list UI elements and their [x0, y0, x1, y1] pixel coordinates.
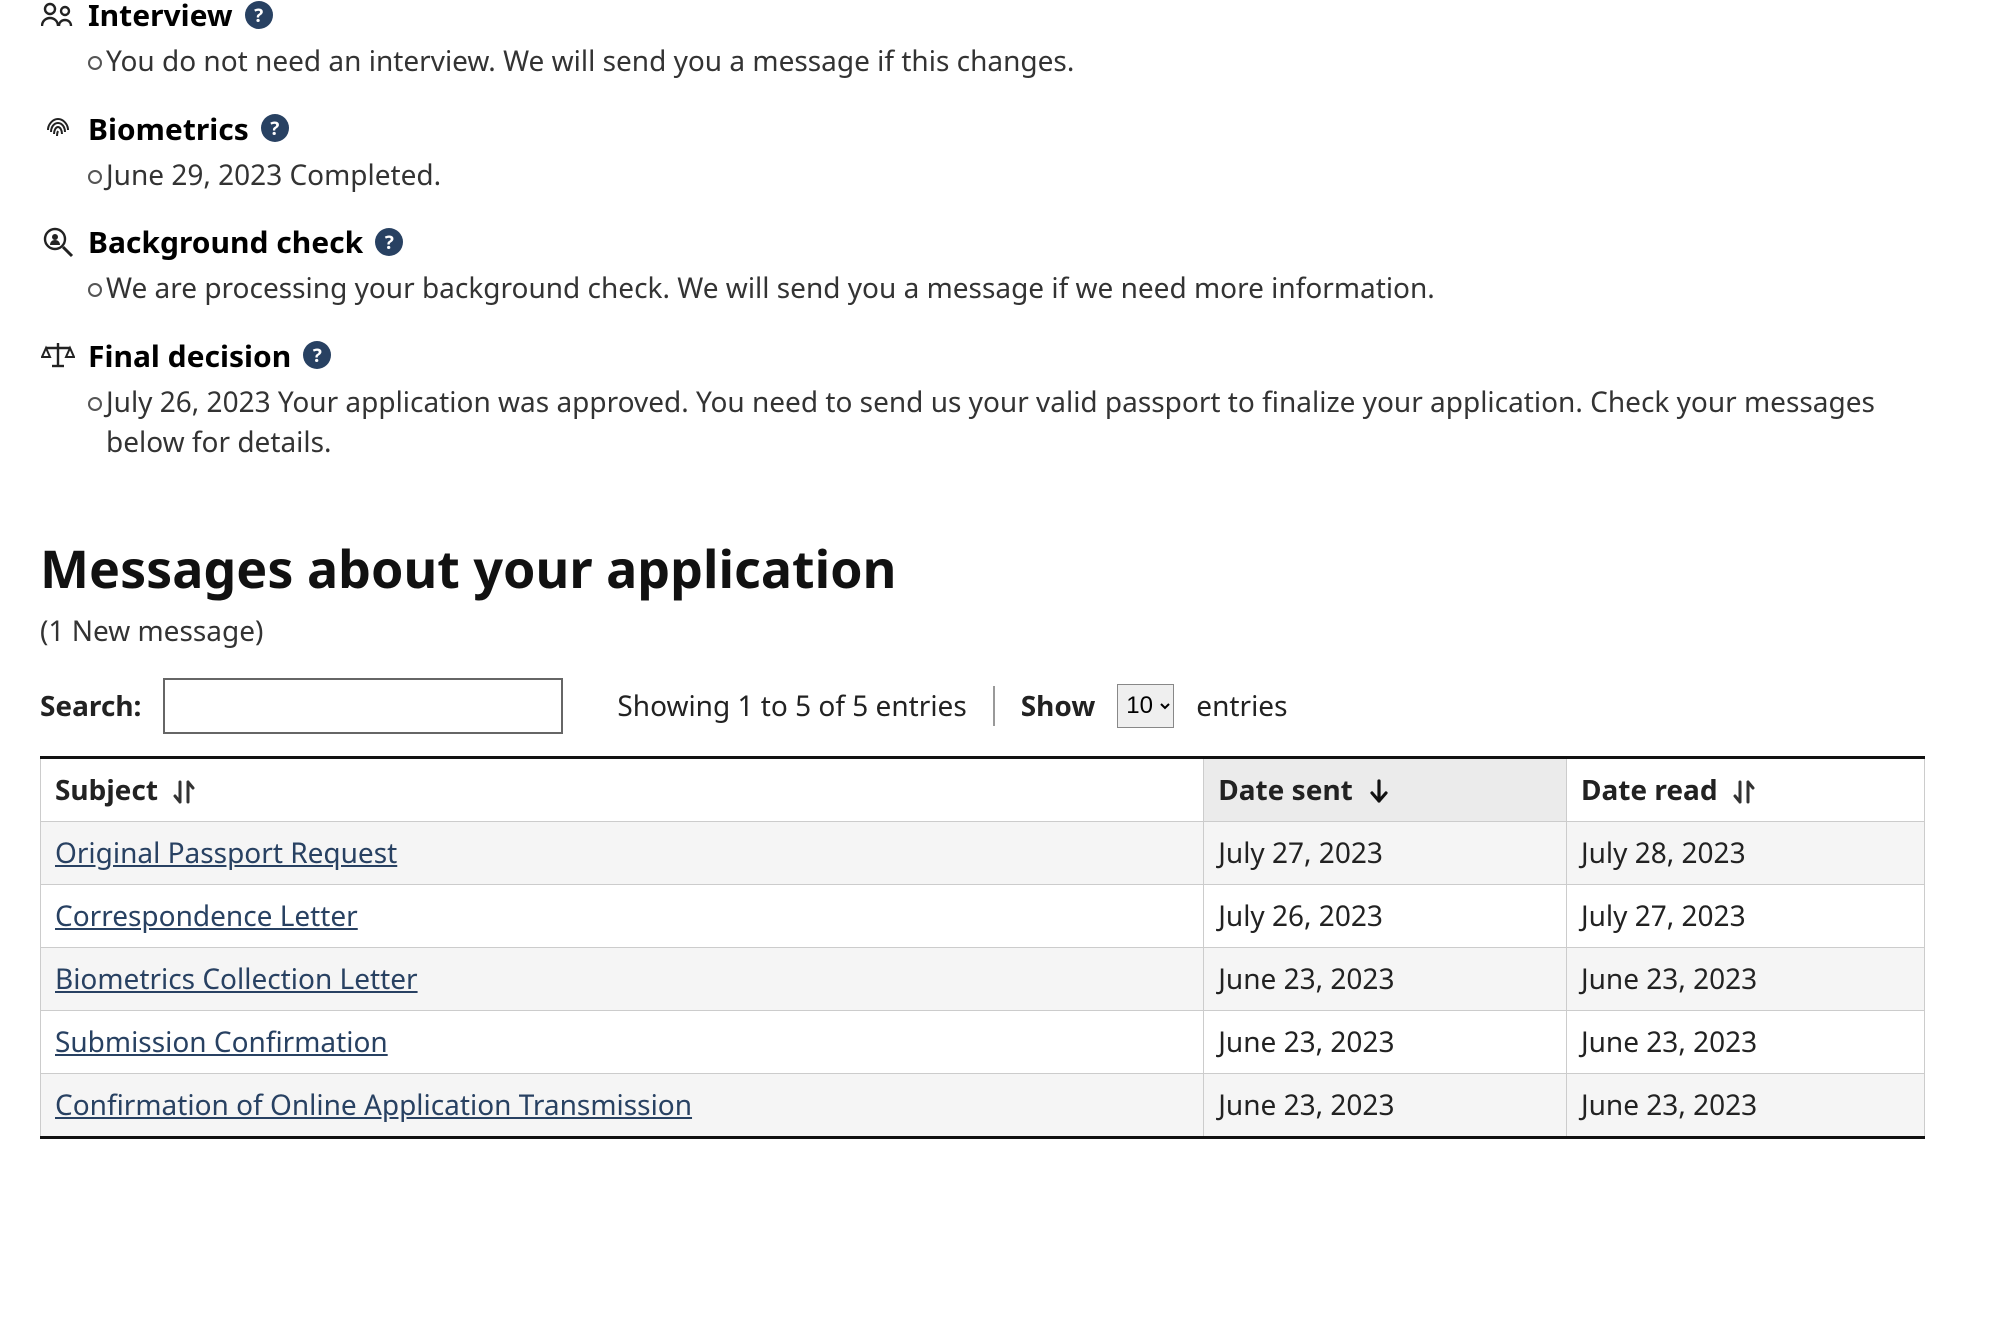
show-label: Show [1021, 687, 1096, 725]
cell-date-sent: July 27, 2023 [1204, 821, 1567, 884]
cell-date-sent: July 26, 2023 [1204, 884, 1567, 947]
help-icon[interactable]: ? [245, 1, 273, 29]
cell-date-read: June 23, 2023 [1566, 947, 1924, 1010]
status-list: Interview ? You do not need an interview… [40, 0, 1960, 463]
divider [993, 686, 995, 726]
table-row: Biometrics Collection Letter June 23, 202… [41, 947, 1925, 1010]
table-controls: Search: Showing 1 to 5 of 5 entries Show… [40, 678, 1960, 734]
col-date-read[interactable]: Date read [1566, 757, 1924, 821]
col-date-sent[interactable]: Date sent [1204, 757, 1567, 821]
cell-date-read: June 23, 2023 [1566, 1073, 1924, 1137]
showing-entries-text: Showing 1 to 5 of 5 entries [617, 687, 966, 725]
sort-both-icon [1731, 778, 1757, 806]
status-background-detail: We are processing your background check.… [40, 268, 1960, 309]
message-subject-link[interactable]: Correspondence Letter [55, 897, 358, 935]
cell-date-sent: June 23, 2023 [1204, 1073, 1567, 1137]
status-final-detail: July 26, 2023 Your application was appro… [40, 382, 1926, 463]
scales-icon [40, 340, 76, 370]
status-biometrics-title: Biometrics [88, 108, 249, 149]
status-background-check: Background check ? We are processing you… [40, 221, 1960, 309]
cell-date-sent: June 23, 2023 [1204, 947, 1567, 1010]
table-row: Submission Confirmation June 23, 2023June… [41, 1010, 1925, 1073]
search-label: Search: [40, 687, 141, 725]
help-icon[interactable]: ? [303, 341, 331, 369]
sort-desc-icon [1366, 778, 1392, 806]
message-subject-link[interactable]: Confirmation of Online Application Trans… [55, 1086, 692, 1124]
messages-heading: Messages about your application [40, 533, 1960, 604]
status-biometrics-detail: June 29, 2023 Completed. [40, 155, 1960, 196]
status-final-title: Final decision [88, 335, 291, 376]
table-row: Confirmation of Online Application Trans… [41, 1073, 1925, 1137]
col-subject-label: Subject [55, 771, 158, 809]
message-subject-link[interactable]: Biometrics Collection Letter [55, 960, 418, 998]
status-interview: Interview ? You do not need an interview… [40, 0, 1960, 82]
new-message-count: (1 New message) [40, 612, 1960, 650]
status-interview-title: Interview [88, 0, 233, 35]
sort-both-icon [171, 778, 197, 806]
status-background-title: Background check [88, 221, 363, 262]
status-interview-detail: You do not need an interview. We will se… [40, 41, 1960, 82]
messages-table: Subject Date sent Date read [40, 756, 1925, 1139]
magnifier-person-icon [40, 226, 76, 258]
search-input[interactable] [163, 678, 563, 734]
help-icon[interactable]: ? [375, 228, 403, 256]
page-size-select[interactable]: 10 [1117, 684, 1174, 728]
col-date-sent-label: Date sent [1218, 771, 1353, 809]
col-subject[interactable]: Subject [41, 757, 1204, 821]
cell-date-read: July 28, 2023 [1566, 821, 1924, 884]
help-icon[interactable]: ? [261, 114, 289, 142]
cell-date-sent: June 23, 2023 [1204, 1010, 1567, 1073]
cell-date-read: July 27, 2023 [1566, 884, 1924, 947]
col-date-read-label: Date read [1581, 771, 1718, 809]
entries-suffix: entries [1196, 687, 1287, 725]
fingerprint-icon [40, 112, 76, 144]
table-row: Original Passport Request July 27, 2023Ju… [41, 821, 1925, 884]
status-final-decision: Final decision ? July 26, 2023 Your appl… [40, 335, 1960, 463]
status-biometrics: Biometrics ? June 29, 2023 Completed. [40, 108, 1960, 196]
message-subject-link[interactable]: Original Passport Request [55, 834, 397, 872]
table-row: Correspondence Letter July 26, 2023July 2… [41, 884, 1925, 947]
message-subject-link[interactable]: Submission Confirmation [55, 1023, 388, 1061]
cell-date-read: June 23, 2023 [1566, 1010, 1924, 1073]
interview-icon [40, 2, 76, 28]
